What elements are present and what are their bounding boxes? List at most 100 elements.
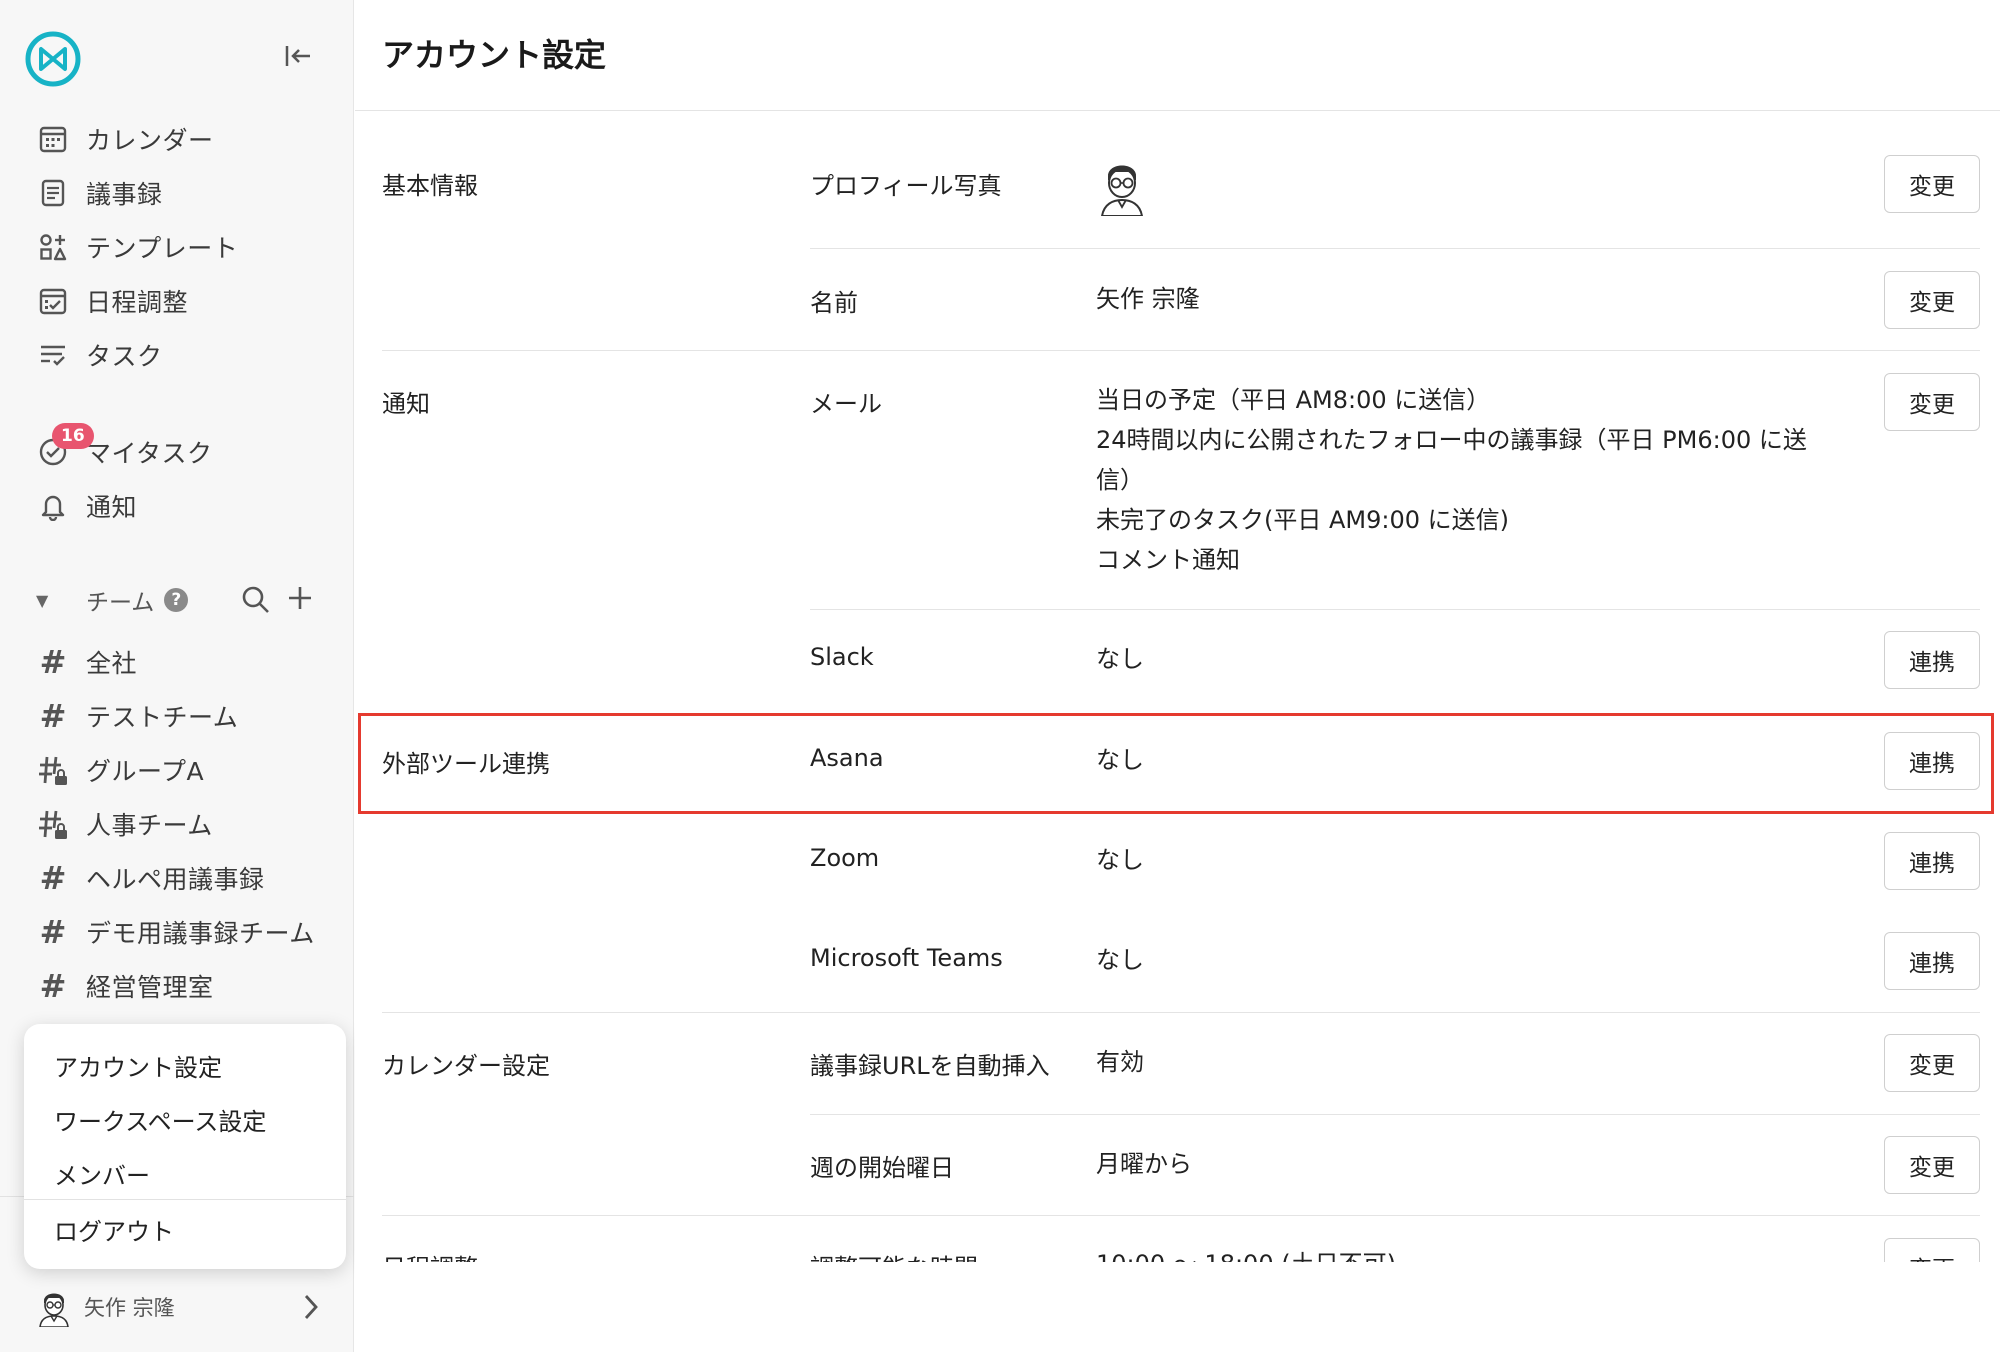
nav-label: マイタスク [86,439,213,468]
nav-label: テンプレート [86,234,239,263]
team-label: テストチーム [86,703,239,732]
mail-setting-item: 信） [1096,466,1144,494]
team-item-management[interactable]: # 経営管理室 [36,962,326,1010]
change-name-button[interactable]: 変更 [1884,271,1980,329]
team-label: 経営管理室 [86,973,214,1002]
team-item-test[interactable]: # テストチーム [36,692,326,740]
highlight-box [358,713,1994,814]
schedule-icon [36,284,70,318]
mail-label: メール [810,390,882,418]
team-label: グループA [86,757,205,786]
task-list-icon [36,338,70,372]
auto-url-value: 有効 [1096,1048,1144,1076]
mail-setting-item: 未完了のタスク(平日 AM9:00 に送信) [1096,506,1510,534]
nav-item-tasks[interactable]: タスク [36,331,326,379]
hash-icon: # [39,913,67,951]
hash-icon: # [39,643,67,681]
team-label: デモ用議事録チーム [86,919,315,948]
team-section-header: ▼ チーム ? [36,578,326,622]
mail-setting-item: 当日の予定（平日 AM8:00 に送信） [1096,386,1491,414]
mail-settings-list: 当日の予定（平日 AM8:00 に送信） 24時間以内に公開されたフォロー中の議… [1096,380,1807,580]
hash-icon: # [39,967,67,1005]
nav-item-notifications[interactable]: 通知 [36,482,326,530]
document-icon [36,176,70,210]
app-window: カレンダー 議事録 テンプレート 日程調整 タスク マイタスク 16 通知 ▼ … [0,0,2000,1352]
section-external-tools: 外部ツール連携 [382,750,550,778]
team-item-group-a[interactable]: グループA [36,746,326,794]
caret-down-icon[interactable]: ▼ [36,591,66,610]
section-divider [382,350,1980,351]
nav-label: タスク [86,342,163,371]
collapse-sidebar-icon[interactable] [280,38,316,74]
account-popup-menu: アカウント設定 ワークスペース設定 メンバー ログアウト [24,1024,346,1269]
calendar-icon [36,122,70,156]
main-content: アカウント設定 基本情報 プロフィール写真 変更 名前 矢作 宗隆 変更 通知 … [355,0,2000,1352]
section-notifications: 通知 [382,390,430,418]
name-label: 名前 [810,289,858,317]
nav-label: 通知 [86,493,138,522]
change-profile-photo-button[interactable]: 変更 [1884,155,1980,213]
connect-asana-button[interactable]: 連携 [1884,732,1980,790]
nav-item-calendar[interactable]: カレンダー [36,115,326,163]
menu-item-logout[interactable]: ログアウト [54,1212,174,1247]
menu-divider [24,1199,346,1200]
search-icon[interactable] [240,584,272,616]
team-label: ヘルペ用議事録 [86,865,265,894]
team-item-demo-minutes[interactable]: # デモ用議事録チーム [36,908,326,956]
nav-label: 議事録 [86,180,163,209]
zoom-label: Zoom [810,844,880,872]
slack-value: なし [1096,645,1144,673]
change-mail-button[interactable]: 変更 [1884,373,1980,431]
row-divider [810,248,1980,249]
sidebar: カレンダー 議事録 テンプレート 日程調整 タスク マイタスク 16 通知 ▼ … [0,0,354,1352]
row-divider [810,1114,1980,1115]
teams-label: Microsoft Teams [810,944,1003,972]
connect-slack-button[interactable]: 連携 [1884,631,1980,689]
nav-label: 日程調整 [86,288,189,317]
week-start-value: 月曜から [1096,1150,1192,1178]
row-divider [810,609,1980,610]
team-item-all[interactable]: # 全社 [36,638,326,686]
app-logo-icon[interactable] [24,30,82,88]
hash-icon: # [39,697,67,735]
section-divider [382,1012,1980,1013]
nav-item-minutes[interactable]: 議事録 [36,169,326,217]
menu-item-account-settings[interactable]: アカウント設定 [54,1048,222,1083]
section-basic-info: 基本情報 [382,172,478,200]
locked-hash-icon [36,753,70,787]
asana-value: なし [1096,746,1144,774]
menu-item-workspace-settings[interactable]: ワークスペース設定 [54,1102,266,1137]
nav-item-template[interactable]: テンプレート [36,223,326,271]
help-icon[interactable]: ? [164,588,189,612]
profile-photo-label: プロフィール写真 [810,172,1002,200]
week-start-label: 週の開始曜日 [810,1154,954,1182]
template-icon [36,230,70,264]
nav-item-scheduling[interactable]: 日程調整 [36,277,326,325]
locked-hash-icon [36,807,70,841]
menu-item-members[interactable]: メンバー [54,1156,150,1191]
team-item-hr[interactable]: 人事チーム [36,800,326,848]
zoom-value: なし [1096,846,1144,874]
section-divider [382,1215,1980,1216]
team-item-help-minutes[interactable]: # ヘルペ用議事録 [36,854,326,902]
title-divider [355,110,2000,111]
chevron-right-icon [304,1295,318,1319]
my-tasks-count-badge: 16 [52,423,94,449]
connect-teams-button[interactable]: 連携 [1884,932,1980,990]
mail-setting-item: 24時間以内に公開されたフォロー中の議事録（平日 PM6:00 に送 [1096,426,1807,454]
slack-label: Slack [810,643,874,671]
mail-setting-item: コメント通知 [1096,546,1240,574]
change-week-start-button[interactable]: 変更 [1884,1136,1980,1194]
plus-icon[interactable] [284,582,316,614]
section-calendar-settings: カレンダー設定 [382,1052,550,1080]
bell-icon [36,489,70,523]
hash-icon: # [39,859,67,897]
nav-label: カレンダー [86,126,214,155]
team-label: 人事チーム [86,811,213,840]
auto-url-label: 議事録URLを自動挿入 [810,1052,1050,1080]
page-title: アカウント設定 [382,36,607,74]
user-profile-row[interactable]: 矢作 宗隆 [36,1282,326,1332]
name-value: 矢作 宗隆 [1096,285,1200,313]
change-auto-url-button[interactable]: 変更 [1884,1034,1980,1092]
connect-zoom-button[interactable]: 連携 [1884,832,1980,890]
